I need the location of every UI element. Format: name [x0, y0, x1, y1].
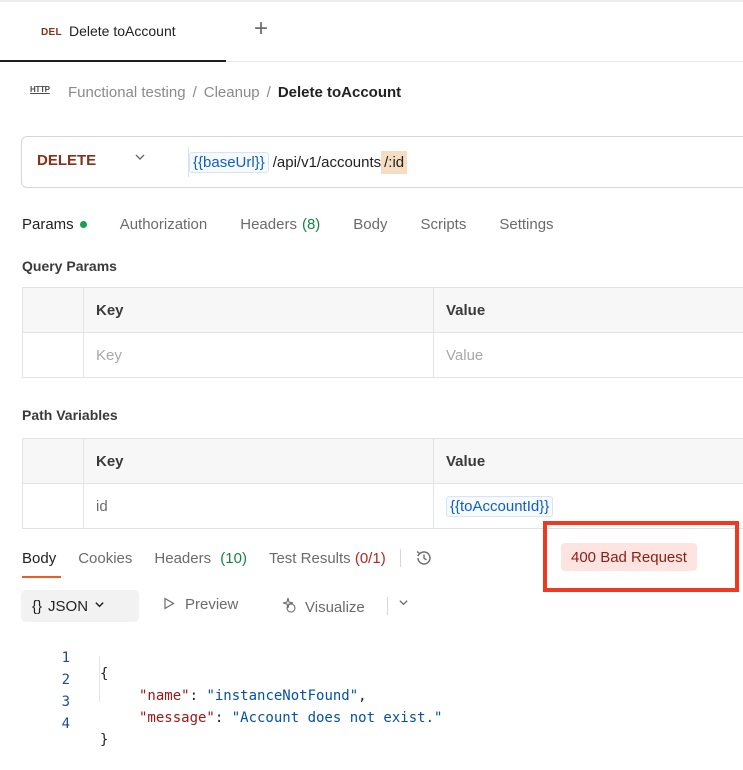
chevron-down-icon[interactable] [134, 151, 146, 166]
tab-settings[interactable]: Settings [499, 212, 553, 236]
breadcrumb-collection[interactable]: Functional testing [68, 84, 186, 101]
chevron-down-icon[interactable] [398, 597, 409, 611]
tab-bar: DEL Delete toAccount + [0, 0, 743, 62]
braces-icon: {} [32, 597, 43, 615]
key-input[interactable]: Key [84, 333, 434, 377]
code-line: 2 "name": "instanceNotFound", [40, 656, 367, 704]
response-tab-headers[interactable]: Headers (10) [154, 550, 247, 567]
row-checkbox-cell[interactable] [23, 333, 84, 377]
test-results-count: (0/1) [354, 549, 386, 567]
request-tabs: Params Authorization Headers (8) Body Scr… [22, 212, 587, 236]
url-input[interactable]: {{baseUrl}} /api/v1/accounts /:id [189, 149, 408, 175]
url-bar: DELETE {{baseUrl}} /api/v1/accounts /:id [21, 136, 743, 188]
response-tab-cookies[interactable]: Cookies [78, 550, 132, 567]
status-highlight-box [543, 521, 739, 592]
http-icon: HTTP [30, 85, 50, 94]
tab-body[interactable]: Body [353, 212, 387, 236]
query-params-label: Query Params [22, 258, 117, 274]
checkbox-column-header [23, 439, 84, 483]
url-path: /api/v1/accounts [272, 153, 382, 171]
column-header-value: Value [446, 301, 486, 319]
tab-authorization[interactable]: Authorization [120, 212, 208, 236]
query-params-table: Key Value Key Value [22, 287, 743, 378]
breadcrumb-current[interactable]: Delete toAccount [278, 84, 401, 101]
preview-button[interactable]: Preview [163, 596, 238, 613]
code-line: 4 } [40, 700, 109, 748]
active-tab-underline [22, 576, 61, 578]
response-body-code[interactable]: 1 { 2 "name": "instanceNotFound", 3 "mes… [40, 634, 443, 748]
code-content: { [100, 666, 109, 682]
path-variables-table: Key Value id {{toAccountId}} [22, 438, 743, 529]
url-path-param: /:id [381, 150, 408, 174]
breadcrumb-folder[interactable]: Cleanup [204, 84, 260, 101]
divider [387, 597, 388, 615]
chevron-down-icon [94, 599, 105, 613]
code-line: 1 { [40, 634, 109, 682]
tab-delete-toaccount[interactable]: DEL Delete toAccount [0, 2, 226, 62]
headers-count: (8) [301, 215, 321, 233]
tab-headers[interactable]: Headers (8) [240, 212, 320, 236]
row-checkbox-cell [23, 484, 84, 528]
tab-title: Delete toAccount [69, 23, 176, 39]
code-line: 3 "message": "Account does not exist." [40, 678, 443, 726]
path-variable-key: id [84, 484, 434, 528]
column-header-key: Key [84, 439, 434, 483]
preview-label: Preview [185, 596, 239, 613]
table-header-row: Key Value [23, 288, 743, 333]
method-select[interactable]: DELETE [37, 152, 96, 169]
response-tab-test-results[interactable]: Test Results (0/1) [269, 550, 386, 567]
params-active-dot [79, 220, 87, 228]
response-tab-body[interactable]: Body [22, 550, 56, 567]
path-variables-label: Path Variables [22, 407, 118, 423]
visualize-label: Visualize [305, 598, 365, 616]
format-label: JSON [48, 597, 89, 615]
tab-method-badge: DEL [41, 27, 62, 38]
checkbox-column-header [23, 288, 84, 332]
format-select[interactable]: {} JSON [21, 590, 139, 622]
breadcrumb-separator: / [192, 83, 197, 101]
table-row: Key Value [23, 333, 743, 378]
code-content: "message": "Account does not exist." [139, 710, 443, 726]
path-variable-value-var[interactable]: {{toAccountId}} [446, 495, 554, 517]
column-header-value: Value [446, 452, 486, 470]
code-content: "name": "instanceNotFound", [139, 688, 367, 704]
column-header-key: Key [84, 288, 434, 332]
tab-scripts[interactable]: Scripts [421, 212, 467, 236]
line-number: 4 [61, 716, 70, 732]
breadcrumb: HTTP Functional testing / Cleanup / Dele… [30, 80, 401, 104]
history-icon[interactable] [413, 547, 435, 569]
response-headers-count: (10) [220, 549, 247, 567]
visualize-sparkle-icon [279, 596, 297, 618]
visualize-button[interactable]: Visualize [279, 596, 365, 618]
play-icon [163, 596, 175, 613]
code-content: } [100, 732, 109, 748]
breadcrumb-separator: / [266, 83, 271, 101]
tab-params[interactable]: Params [22, 212, 87, 236]
response-tabs: Body Cookies Headers (10) Test Results (… [22, 546, 435, 570]
divider [399, 549, 401, 567]
url-variable[interactable]: {{baseUrl}} [189, 151, 269, 173]
value-input[interactable]: Value [434, 333, 743, 377]
table-header-row: Key Value [23, 439, 743, 484]
new-tab-plus-icon[interactable]: + [250, 14, 272, 44]
